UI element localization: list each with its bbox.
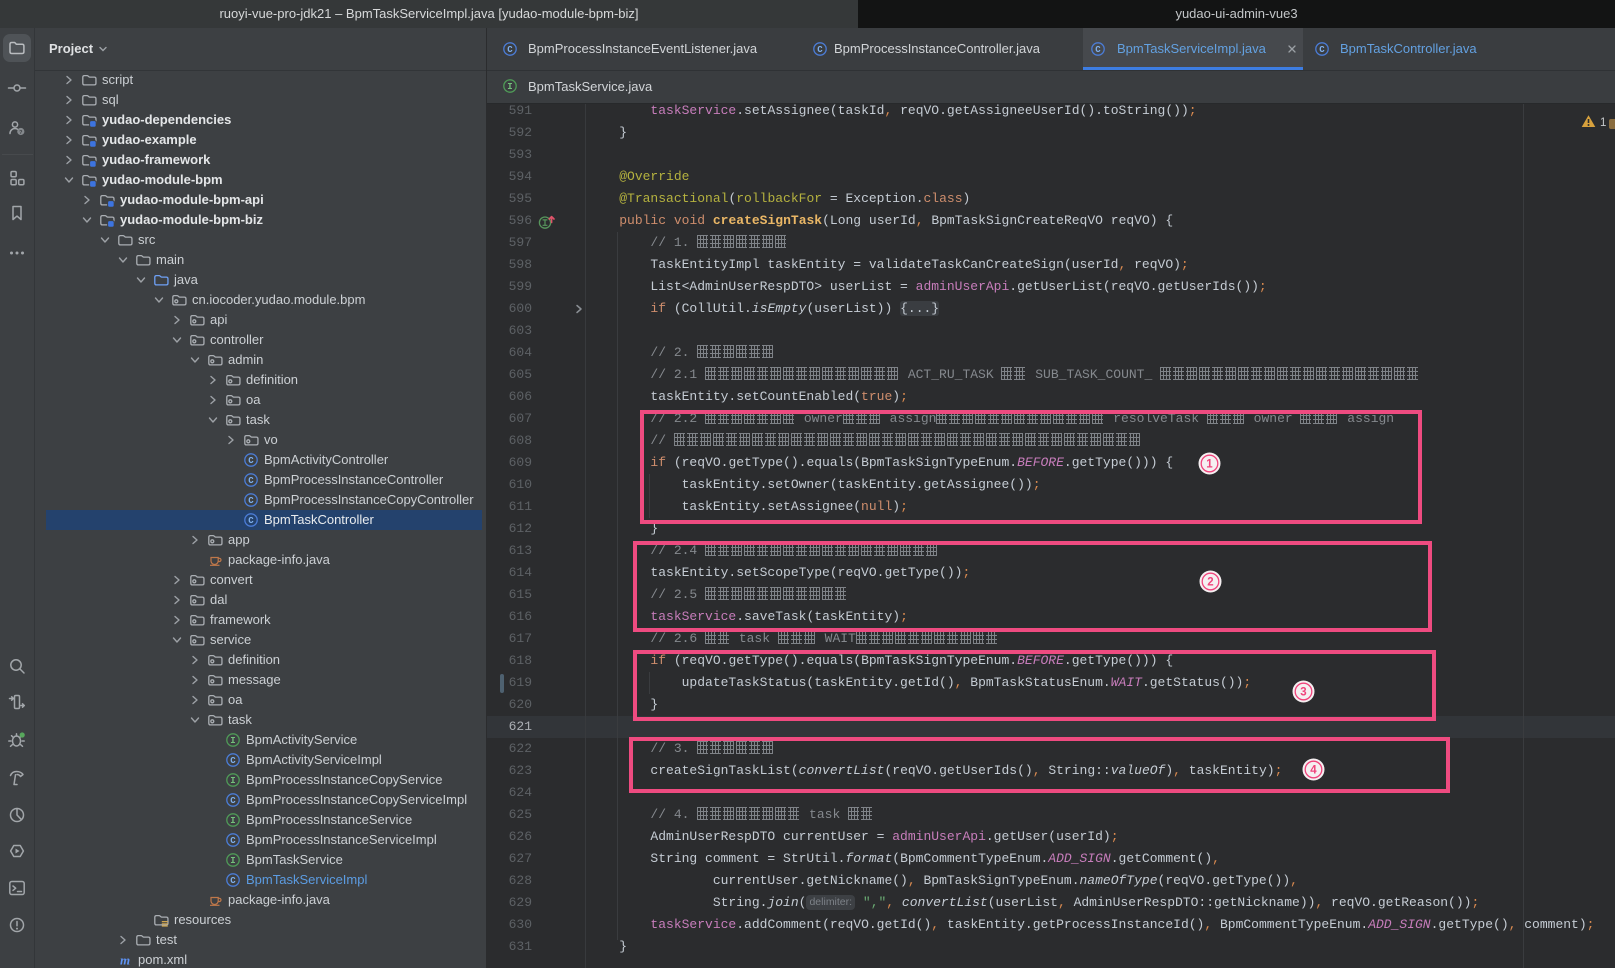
svg-text:C: C [230,836,236,846]
svg-text:C: C [507,45,513,55]
svg-text:I: I [507,82,512,92]
svg-text:3: 3 [1300,687,1306,699]
svg-text:C: C [230,796,236,806]
svg-text:4: 4 [1310,765,1317,777]
svg-text:C: C [248,456,254,466]
svg-text:C: C [230,876,236,886]
svg-text:1: 1 [1206,459,1213,471]
svg-text:I: I [230,816,235,826]
svg-text:I: I [230,856,235,866]
svg-text:C: C [1095,45,1101,55]
svg-text:C: C [248,516,254,526]
svg-text:C: C [1319,45,1325,55]
svg-text:I: I [230,776,235,786]
svg-text:C: C [248,496,254,506]
svg-text:m: m [120,953,130,968]
svg-text:2: 2 [1207,577,1213,589]
svg-text:C: C [230,756,236,766]
svg-text:1: 1 [1600,117,1606,129]
svg-text:I: I [230,736,235,746]
svg-text:C: C [817,45,823,55]
svg-text:C: C [248,476,254,486]
